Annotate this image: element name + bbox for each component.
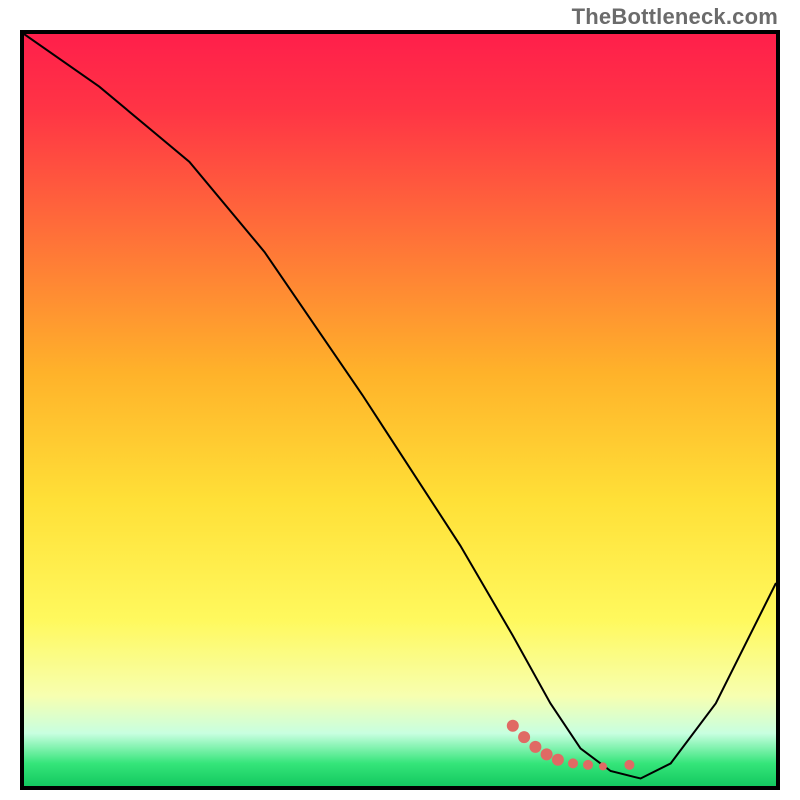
highlight-marker xyxy=(624,760,634,770)
highlight-cluster xyxy=(507,720,635,771)
highlight-marker xyxy=(552,754,564,766)
highlight-marker xyxy=(507,720,519,732)
highlight-marker xyxy=(568,758,578,768)
highlight-marker xyxy=(583,760,593,770)
chart-curve-layer xyxy=(24,34,776,786)
bottleneck-curve xyxy=(24,34,776,779)
highlight-marker xyxy=(541,748,553,760)
highlight-marker xyxy=(518,731,530,743)
chart-frame xyxy=(20,30,780,790)
highlight-marker xyxy=(529,741,541,753)
highlight-marker xyxy=(599,762,607,770)
watermark-text: TheBottleneck.com xyxy=(572,4,778,30)
